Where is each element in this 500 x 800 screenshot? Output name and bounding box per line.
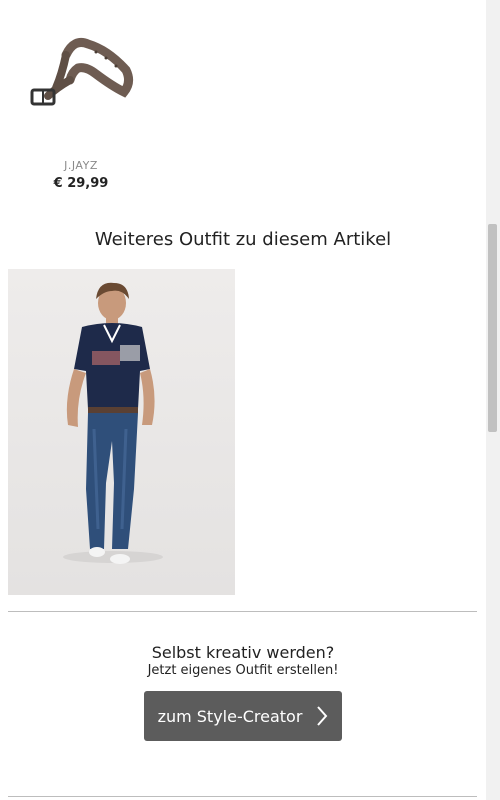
style-creator-button-label: zum Style-Creator bbox=[157, 706, 303, 726]
product-card[interactable]: J.JAYZ € 29,99 bbox=[8, 0, 154, 200]
section-divider bbox=[8, 611, 477, 612]
style-creator-subtitle: Jetzt eigenes Outfit erstellen! bbox=[147, 663, 339, 678]
bottom-divider bbox=[8, 796, 477, 797]
style-creator-title: Selbst kreativ werden? bbox=[151, 643, 335, 662]
belt-image[interactable] bbox=[26, 30, 136, 120]
style-creator-button[interactable]: zum Style-Creator bbox=[144, 691, 342, 741]
scrollbar[interactable] bbox=[486, 0, 500, 800]
outfit-model-photo[interactable] bbox=[8, 269, 235, 595]
product-price: € 29,99 bbox=[53, 176, 109, 191]
product-brand: J.JAYZ bbox=[64, 159, 98, 172]
scrollbar-thumb[interactable] bbox=[488, 224, 497, 432]
page: J.JAYZ € 29,99 Weiteres Outfit zu diesem… bbox=[0, 0, 486, 800]
chevron-right-icon bbox=[317, 706, 328, 726]
outfit-section-title: Weiteres Outfit zu diesem Artikel bbox=[94, 229, 392, 250]
